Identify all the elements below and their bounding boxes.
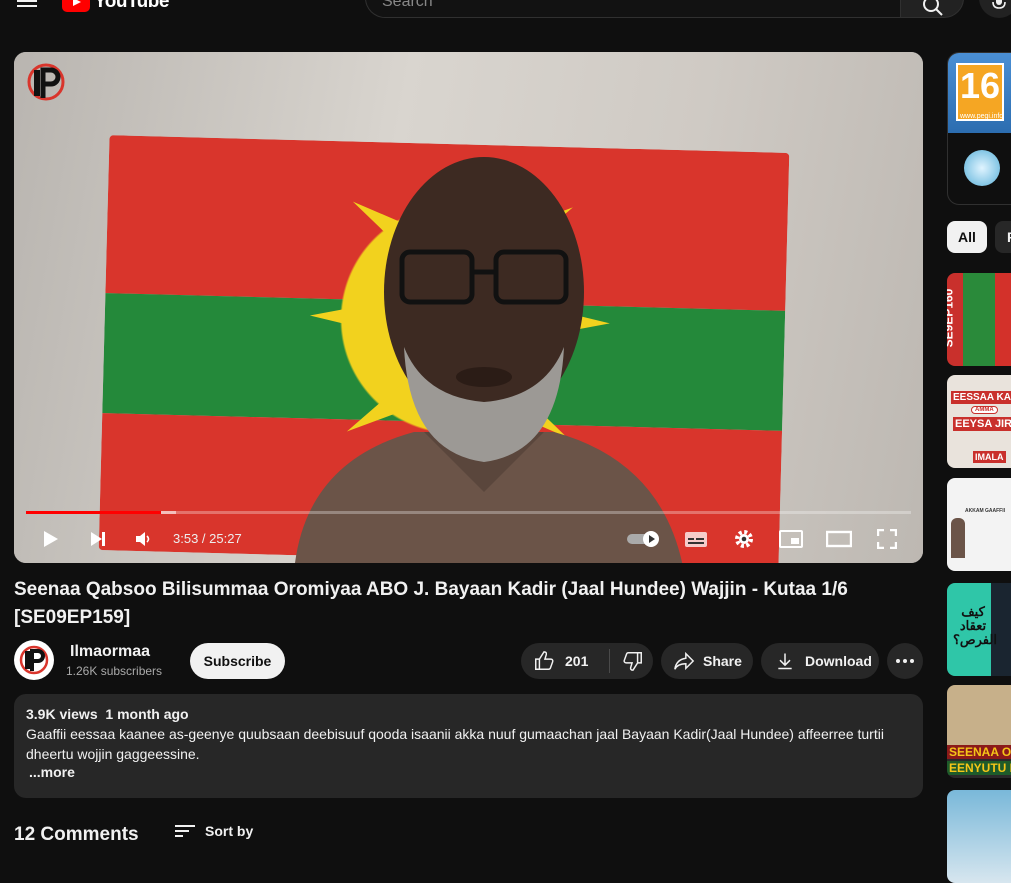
- ad-card[interactable]: 16 www.pegi.info: [947, 52, 1011, 205]
- search-button[interactable]: [900, 0, 964, 18]
- thumbnail-text: AMMA: [971, 406, 998, 414]
- play-icon: [44, 531, 58, 547]
- thumbnail-text: EESSAA KA'E: [951, 391, 1011, 404]
- volume-button[interactable]: [130, 524, 158, 554]
- channel-avatar[interactable]: [14, 640, 54, 680]
- youtube-play-icon: [62, 0, 90, 12]
- recommended-thumbnail[interactable]: SEENAA OR EENYUTU B: [947, 685, 1011, 778]
- voice-search-button[interactable]: [979, 0, 1011, 18]
- comments-count: 12 Comments: [14, 824, 139, 845]
- recommended-thumbnail[interactable]: كيف تعقاد الفرص؟: [947, 583, 1011, 676]
- download-button[interactable]: Download: [761, 643, 879, 679]
- video-player[interactable]: 3:53 / 25:27: [14, 52, 923, 563]
- gear-icon: [735, 530, 753, 548]
- volume-icon: [136, 532, 150, 546]
- miniplayer-button[interactable]: [777, 524, 805, 554]
- view-count: 3.9K views: [26, 706, 98, 722]
- menu-icon[interactable]: [17, 0, 37, 8]
- theater-mode-icon: [826, 530, 852, 548]
- speaker-figure: [295, 157, 683, 563]
- channel-watermark-logo: [26, 62, 66, 102]
- advertiser-avatar: [964, 150, 1000, 186]
- recommended-thumbnail[interactable]: [947, 790, 1011, 883]
- like-dislike-group: 201: [521, 643, 653, 679]
- channel-name[interactable]: Ilmaormaa: [70, 643, 150, 661]
- search-input[interactable]: [382, 0, 862, 11]
- captions-button[interactable]: [682, 524, 710, 554]
- like-count: 201: [565, 653, 589, 669]
- autoplay-toggle[interactable]: [626, 524, 662, 554]
- thumbs-down-icon: [623, 652, 642, 671]
- more-actions-button[interactable]: [887, 643, 923, 679]
- description-meta: 3.9K views 1 month ago: [26, 706, 911, 722]
- video-title: Seenaa Qabsoo Bilisummaa Oromiyaa ABO J.…: [14, 579, 848, 628]
- youtube-logo[interactable]: YouTube: [62, 0, 169, 13]
- thumbnail-text: SEENAA OR: [947, 745, 1011, 759]
- next-icon: [91, 532, 105, 546]
- subscribe-button[interactable]: Subscribe: [190, 643, 285, 679]
- sort-label: Sort by: [205, 823, 254, 839]
- description-text: Gaaffii eessaa kaanee as-geenye quubsaan…: [26, 726, 884, 762]
- thumbnail-text: SE9EP160: [947, 286, 956, 350]
- fullscreen-button[interactable]: [873, 524, 901, 554]
- thumbs-up-icon: [535, 651, 554, 670]
- thumbnail-text: IMALA: [973, 451, 1006, 463]
- time-display: 3:53 / 25:27: [173, 531, 242, 546]
- settings-button[interactable]: [730, 524, 758, 554]
- share-icon: [674, 651, 695, 671]
- autoplay-toggle-icon: [627, 531, 659, 547]
- sort-icon: [175, 825, 195, 837]
- thumbnail-text: EEYSA JIRA: [953, 417, 1011, 431]
- description-box[interactable]: 3.9K views 1 month ago Gaaffii eessaa ka…: [14, 694, 923, 798]
- played-bar: [26, 511, 162, 514]
- fullscreen-icon: [877, 529, 897, 549]
- age-rating: 16: [959, 65, 1001, 106]
- theater-mode-button[interactable]: [825, 524, 853, 554]
- next-button[interactable]: [84, 524, 112, 554]
- thumbnail-text: كيف تعقاد الفرص؟: [953, 604, 997, 647]
- search-icon: [923, 0, 943, 16]
- recommended-thumbnail[interactable]: AKKAM GAAFFII: [947, 478, 1011, 571]
- miniplayer-icon: [779, 530, 803, 548]
- subscriber-count: 1.26K subscribers: [66, 664, 163, 678]
- share-button[interactable]: Share: [661, 643, 753, 679]
- top-bar: YouTube: [0, 0, 1011, 22]
- thumbnail-text: EENYUTU B: [947, 761, 1011, 775]
- play-button[interactable]: [36, 524, 64, 554]
- recommended-thumbnail[interactable]: EESSAA KA'E AMMA EEYSA JIRA IMALA: [947, 375, 1011, 468]
- search-box: [365, 0, 901, 18]
- rating-url: www.pegi.info: [960, 113, 1004, 120]
- thumbnail-text: AKKAM GAAFFII: [965, 508, 1005, 514]
- download-label: Download: [805, 653, 872, 669]
- chip-all[interactable]: All: [947, 221, 987, 253]
- progress-bar[interactable]: [26, 511, 911, 514]
- chip-filter[interactable]: F: [995, 221, 1011, 253]
- microphone-icon: [992, 0, 1006, 9]
- logo-text: YouTube: [94, 0, 169, 12]
- sort-comments-button[interactable]: Sort by: [175, 823, 253, 839]
- share-label: Share: [703, 653, 742, 669]
- description-more-link[interactable]: ...more: [26, 764, 911, 780]
- like-button[interactable]: 201: [521, 643, 609, 679]
- recommended-thumbnail[interactable]: SE9EP160: [947, 273, 1011, 366]
- captions-icon: [685, 532, 707, 547]
- more-horizontal-icon: [896, 659, 914, 663]
- upload-date: 1 month ago: [105, 706, 189, 722]
- pegi-rating-badge: 16 www.pegi.info: [948, 53, 1011, 133]
- dislike-button[interactable]: [610, 643, 644, 679]
- download-icon: [778, 653, 792, 670]
